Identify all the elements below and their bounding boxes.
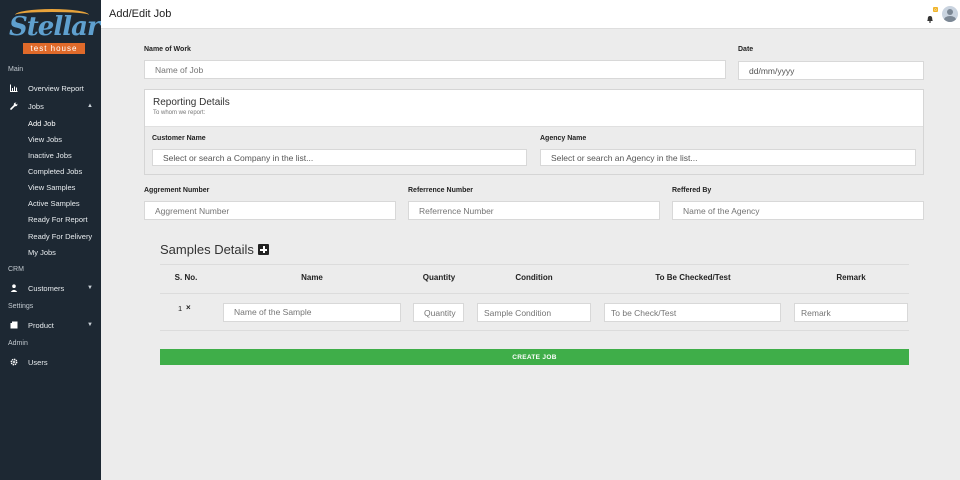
- sidebar-item-active-samples[interactable]: Active Samples: [28, 199, 80, 208]
- sidebar-item-view-samples[interactable]: View Samples: [28, 183, 75, 192]
- nav-overview-report[interactable]: Overview Report: [0, 80, 101, 96]
- sidebar-item-view-jobs[interactable]: View Jobs: [28, 135, 62, 144]
- agency-name-label: Agency Name: [540, 135, 587, 142]
- nav-product[interactable]: Product ▼: [0, 317, 101, 333]
- column-sno: S. No.: [174, 273, 198, 282]
- delete-sample-icon[interactable]: ×: [186, 303, 191, 312]
- reporting-details-subtitle: To whom we report:: [153, 110, 206, 116]
- reporting-details-header: Reporting Details To whom we report:: [145, 90, 923, 127]
- reporting-details-title: Reporting Details: [153, 97, 230, 108]
- table-bottom-divider: [160, 330, 909, 331]
- nav-label: Overview Report: [28, 83, 84, 93]
- agency-select[interactable]: Select or search an Agency in the list..…: [540, 149, 916, 166]
- date-label: Date: [738, 46, 754, 53]
- customer-name-label: Customer Name: [152, 135, 206, 142]
- nav-jobs[interactable]: Jobs ▲: [0, 98, 101, 114]
- avatar-body: [944, 16, 956, 22]
- wrench-icon: [10, 102, 18, 110]
- sidebar: Stellar test house Main Overview Report …: [0, 0, 101, 480]
- section-admin: Admin: [8, 340, 28, 347]
- sample-check-input[interactable]: [604, 303, 781, 322]
- sidebar-item-add-job[interactable]: Add Job: [28, 119, 56, 128]
- sidebar-item-ready-for-delivery[interactable]: Ready For Delivery: [28, 232, 92, 241]
- notification-badge: 0: [933, 7, 938, 12]
- column-remark: Remark: [836, 273, 866, 282]
- nav-label: Users: [28, 357, 48, 367]
- nav-customers[interactable]: Customers ▼: [0, 280, 101, 296]
- avatar-head: [947, 9, 953, 15]
- name-of-work-input[interactable]: [144, 60, 726, 79]
- section-crm: CRM: [8, 266, 24, 273]
- agreement-number-input[interactable]: [144, 201, 396, 220]
- create-job-button[interactable]: CREATE JOB: [160, 349, 909, 365]
- nav-users[interactable]: Users: [0, 354, 101, 370]
- logo-word: Stellar: [9, 12, 101, 42]
- column-name: Name: [301, 273, 323, 282]
- sidebar-item-my-jobs[interactable]: My Jobs: [28, 248, 56, 257]
- sample-name-input[interactable]: [223, 303, 401, 322]
- column-condition: Condition: [515, 273, 553, 282]
- sample-remark-input[interactable]: [794, 303, 908, 322]
- reference-number-input[interactable]: [408, 201, 660, 220]
- sidebar-item-completed-jobs[interactable]: Completed Jobs: [28, 167, 82, 176]
- nav-label: Jobs: [28, 101, 44, 111]
- gear-icon: [10, 358, 18, 366]
- table-header-divider: [160, 293, 909, 294]
- samples-details-title: Samples Details: [160, 242, 254, 257]
- nav-label: Customers: [28, 283, 65, 293]
- caret-down-icon: ▼: [87, 285, 93, 291]
- bar-chart-icon: [10, 84, 18, 92]
- caret-down-icon: ▼: [87, 322, 93, 328]
- section-main: Main: [8, 66, 24, 73]
- avatar[interactable]: [942, 6, 958, 22]
- referred-by-input[interactable]: [672, 201, 924, 220]
- logo-subtitle: test house: [23, 43, 85, 54]
- table-top-divider: [160, 264, 909, 265]
- referred-by-label: Reffered By: [672, 187, 712, 194]
- nav-label: Product: [28, 320, 54, 330]
- user-icon: [10, 284, 18, 292]
- top-header: Add/Edit Job 0: [101, 0, 960, 29]
- sample-row-number: 1: [178, 304, 183, 313]
- reference-number-label: Referrence Number: [408, 187, 473, 194]
- brand-logo[interactable]: Stellar test house: [9, 9, 101, 55]
- sidebar-item-ready-for-report[interactable]: Ready For Report: [28, 215, 88, 224]
- sample-condition-input[interactable]: [477, 303, 591, 322]
- agreement-number-label: Aggrement Number: [144, 187, 210, 194]
- caret-up-icon: ▲: [87, 103, 93, 109]
- product-icon: [10, 321, 18, 329]
- section-settings: Settings: [8, 303, 34, 310]
- customer-select[interactable]: Select or search a Company in the list..…: [152, 149, 527, 166]
- column-quantity: Quantity: [422, 273, 456, 282]
- page-title: Add/Edit Job: [109, 8, 172, 20]
- add-sample-icon[interactable]: [258, 244, 269, 255]
- sidebar-item-inactive-jobs[interactable]: Inactive Jobs: [28, 151, 72, 160]
- date-input[interactable]: dd/mm/yyyy: [738, 61, 924, 80]
- sample-quantity-input[interactable]: [413, 303, 464, 322]
- name-of-work-label: Name of Work: [144, 46, 191, 53]
- column-to-be-checked: To Be Checked/Test: [655, 273, 731, 282]
